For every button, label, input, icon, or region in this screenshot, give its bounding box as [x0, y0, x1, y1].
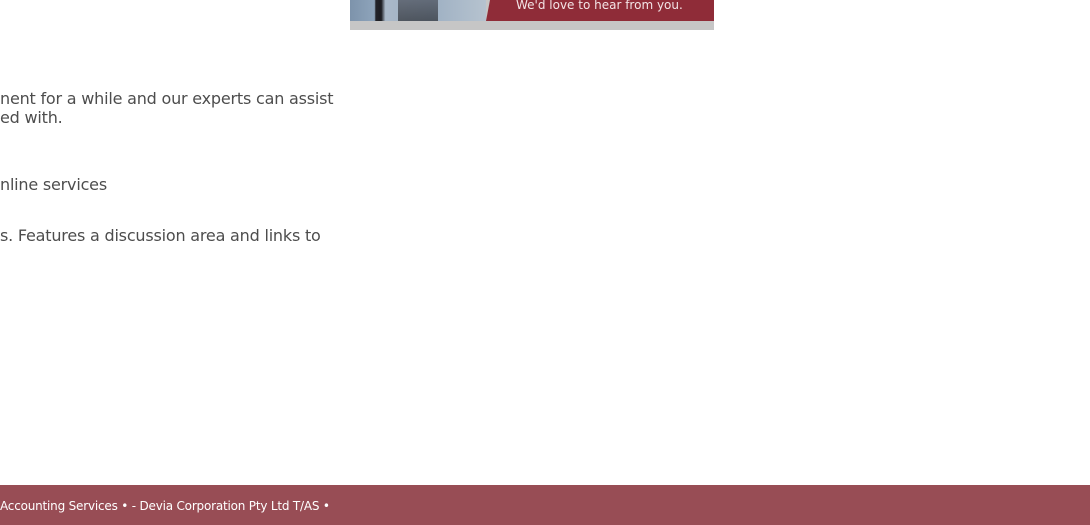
body-text-line: ed with.	[0, 108, 63, 127]
body-text-line: nline services	[0, 175, 107, 194]
footer: Accounting Services • - Devia Corporatio…	[0, 485, 1090, 525]
contact-cta-text: We'd love to hear from you.	[516, 0, 683, 12]
contact-cta[interactable]: We'd love to hear from you.	[486, 0, 714, 21]
body-text-line: nent for a while and our experts can ass…	[0, 89, 334, 108]
body-text-line: s. Features a discussion area and links …	[0, 226, 321, 245]
banner-photo	[350, 0, 486, 21]
page: We'd love to hear from you. nent for a w…	[0, 0, 1090, 525]
photo-person-silhouette	[398, 0, 438, 21]
contact-banner[interactable]: We'd love to hear from you.	[350, 0, 714, 30]
footer-text: Accounting Services • - Devia Corporatio…	[0, 499, 330, 513]
